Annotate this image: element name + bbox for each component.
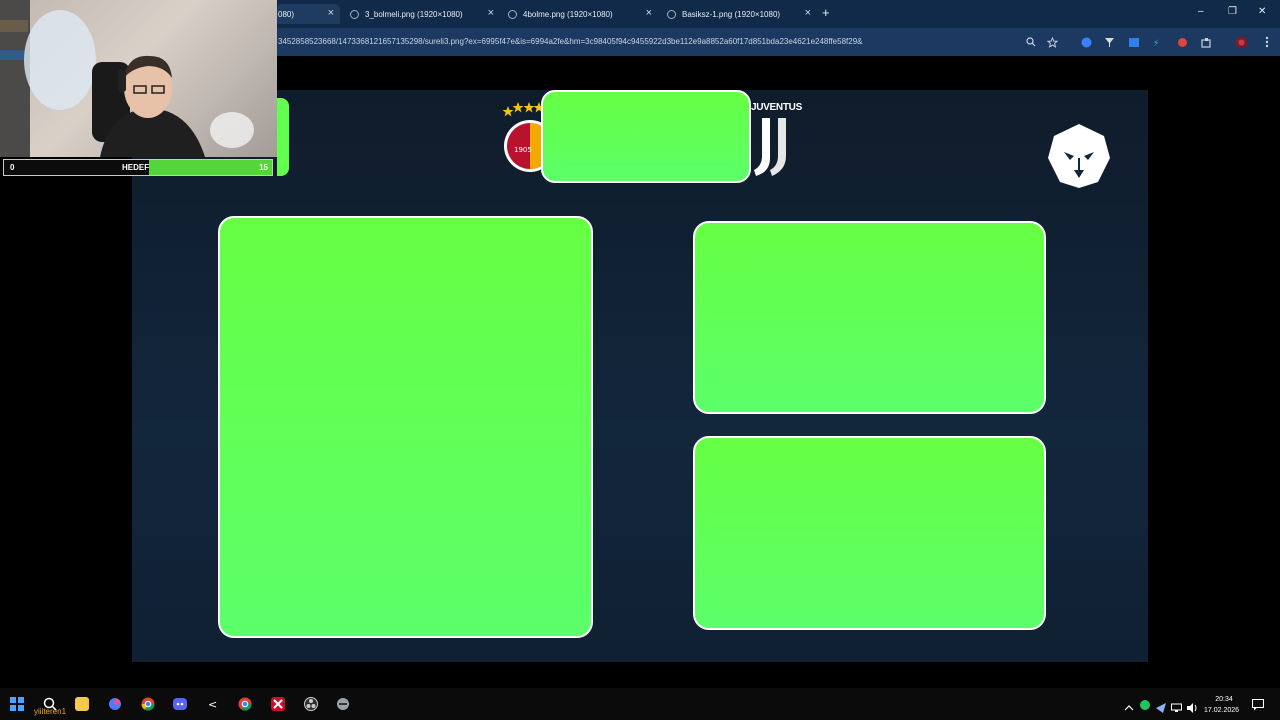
globe-icon xyxy=(350,9,359,19)
tray-status-icon[interactable] xyxy=(1140,700,1150,710)
zoom-icon[interactable] xyxy=(1024,35,1038,49)
notification-icon[interactable] xyxy=(1252,698,1264,711)
start-icon[interactable] xyxy=(10,697,24,711)
tab-label: 3_bolmeli.png (1920×1080) xyxy=(365,9,463,19)
webcam-green-edge xyxy=(277,98,289,176)
file-explorer-icon[interactable] xyxy=(75,697,89,711)
windows-taskbar: yiiiteren1 < 20:34 17.02.2026 xyxy=(0,688,1280,720)
tray-app-icon[interactable] xyxy=(1156,700,1166,713)
goal-progress-fill xyxy=(148,160,272,175)
tab-label: 080) xyxy=(278,9,295,19)
chrome-icon[interactable] xyxy=(141,697,155,711)
camera-slot-top-right xyxy=(693,221,1046,414)
svg-text:⚡: ⚡ xyxy=(1153,39,1159,48)
camera-slot-bottom-right xyxy=(693,436,1046,630)
kick-icon[interactable]: < xyxy=(206,697,220,711)
url-text[interactable]: 3452858523668/1473368121657135298/sureli… xyxy=(278,37,862,46)
tab-label: 4bolme.png (1920×1080) xyxy=(523,9,613,19)
obs-icon[interactable] xyxy=(304,697,318,711)
extension-translate-icon[interactable]: ⚡ xyxy=(1151,35,1165,49)
lion-head-logo-icon xyxy=(1046,124,1112,195)
clock-time[interactable]: 20:34 xyxy=(1212,696,1236,703)
tray-chevron-up-icon[interactable] xyxy=(1124,700,1134,711)
window-close-button[interactable]: ✕ xyxy=(1258,6,1266,17)
app-tool-icon[interactable] xyxy=(336,697,350,711)
close-icon[interactable]: × xyxy=(805,7,811,19)
search-icon[interactable] xyxy=(43,697,57,711)
extensions-puzzle-icon[interactable] xyxy=(1199,35,1213,49)
goal-progress-bar: 0 HEDEF 15 xyxy=(3,159,273,176)
center-score-slot xyxy=(541,90,751,183)
xsplit-icon[interactable] xyxy=(271,697,285,711)
extension-shield-icon[interactable] xyxy=(1079,35,1093,49)
tab-active[interactable]: 080) × xyxy=(276,4,340,24)
screen: 080) × 3_bolmeli.png (1920×1080) × 4bolm… xyxy=(0,0,1280,720)
copilot-icon[interactable] xyxy=(108,697,122,711)
volume-icon[interactable] xyxy=(1187,700,1198,713)
close-icon[interactable]: × xyxy=(328,7,334,19)
tab-4bolme[interactable]: 4bolme.png (1920×1080) × xyxy=(508,4,652,24)
tab-3-bolmeli[interactable]: 3_bolmeli.png (1920×1080) × xyxy=(350,4,494,24)
discord-icon[interactable] xyxy=(173,697,187,711)
goal-start-value: 0 xyxy=(10,163,15,172)
restore-button[interactable]: ❐ xyxy=(1228,6,1237,17)
svg-text:<: < xyxy=(208,698,217,711)
bookmark-star-icon[interactable] xyxy=(1045,35,1059,49)
profile-avatar-icon[interactable] xyxy=(1234,35,1248,49)
svg-text:1905: 1905 xyxy=(514,146,532,154)
extension-red-icon[interactable] xyxy=(1175,35,1189,49)
juventus-wordmark: JUVENTUS xyxy=(751,102,802,113)
close-icon[interactable]: × xyxy=(646,7,652,19)
camera-slot-main xyxy=(218,216,593,638)
extension-calendar-icon[interactable] xyxy=(1127,35,1141,49)
chrome-active-icon[interactable] xyxy=(238,697,252,711)
webcam-feed xyxy=(0,0,277,157)
clock-date[interactable]: 17.02.2026 xyxy=(1204,707,1239,714)
menu-dots-icon[interactable] xyxy=(1260,35,1274,49)
globe-icon xyxy=(508,9,517,19)
tab-basiksz[interactable]: Basiksz-1.png (1920×1080) × xyxy=(667,4,811,24)
minimize-button[interactable]: – xyxy=(1198,6,1204,17)
close-icon[interactable]: × xyxy=(488,7,494,19)
new-tab-button[interactable]: + xyxy=(822,5,830,20)
goal-end-value: 15 xyxy=(259,163,268,172)
tab-label: Basiksz-1.png (1920×1080) xyxy=(682,9,781,19)
extension-filter-icon[interactable] xyxy=(1102,35,1116,49)
globe-icon xyxy=(667,9,676,19)
network-icon[interactable] xyxy=(1171,700,1182,712)
goal-label: HEDEF xyxy=(122,163,150,172)
